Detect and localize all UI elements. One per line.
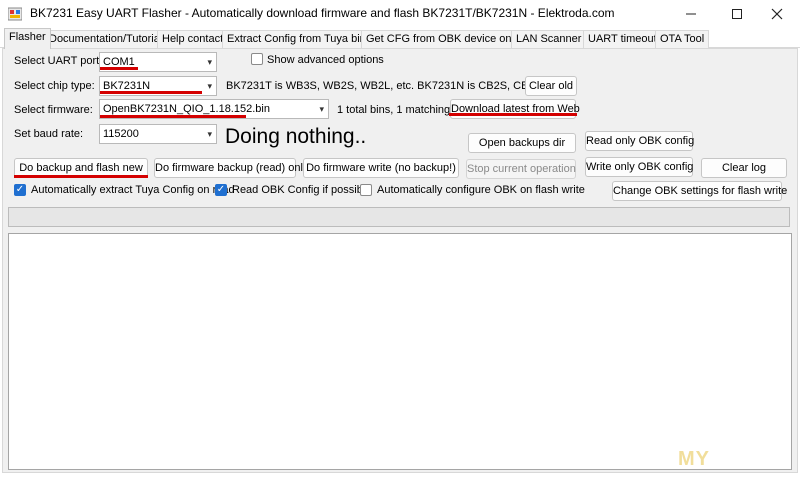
read-obk-checkbox[interactable]: ✓	[215, 184, 227, 196]
clear-log-button[interactable]: Clear log	[701, 158, 787, 178]
watermark-logo: MY	[678, 448, 710, 470]
baud-rate-select[interactable]: 115200 ▾	[99, 124, 217, 144]
tab-lan-scanner[interactable]: LAN Scanner	[511, 30, 587, 48]
auto-configure-checkbox[interactable]	[360, 184, 372, 196]
baud-rate-label: Set baud rate:	[14, 128, 84, 140]
highlight-underline	[100, 91, 202, 94]
stop-operation-button[interactable]: Stop current operation	[466, 159, 576, 179]
log-textbox[interactable]	[8, 233, 792, 470]
minimize-icon[interactable]	[668, 0, 714, 28]
highlight-underline	[100, 67, 138, 70]
clear-old-button[interactable]: Clear old	[525, 76, 577, 96]
highlight-underline	[449, 113, 577, 116]
chip-info-text: BK7231T is WB3S, WB2S, WB2L, etc. BK7231…	[226, 80, 563, 92]
chevron-down-icon: ▾	[207, 129, 212, 139]
read-obk-label: Read OBK Config if possible	[232, 184, 372, 196]
firmware-write-button[interactable]: Do firmware write (no backup!)	[303, 158, 459, 178]
firmware-label: Select firmware:	[14, 104, 93, 116]
highlight-underline	[100, 115, 246, 118]
chevron-down-icon: ▾	[319, 104, 324, 114]
show-advanced-label: Show advanced options	[267, 54, 384, 66]
uart-port-label: Select UART port:	[14, 55, 103, 67]
status-text: Doing nothing..	[225, 125, 367, 148]
tab-documentation[interactable]: Documentation/Tutorials	[44, 30, 173, 48]
change-obk-settings-button[interactable]: Change OBK settings for flash write	[612, 181, 787, 201]
close-icon[interactable]	[754, 0, 800, 28]
chevron-down-icon: ▾	[207, 81, 212, 91]
tab-help-contact[interactable]: Help contact	[157, 30, 229, 48]
firmware-value: OpenBK7231N_QIO_1.18.152.bin	[103, 103, 270, 115]
show-advanced-checkbox[interactable]	[251, 53, 263, 65]
window-title: BK7231 Easy UART Flasher - Automatically…	[30, 6, 615, 20]
firmware-backup-button[interactable]: Do firmware backup (read) only	[154, 158, 308, 178]
chevron-down-icon: ▾	[207, 57, 212, 67]
extract-tuya-checkbox[interactable]: ✓	[14, 184, 26, 196]
write-only-obk-button[interactable]: Write only OBK config	[585, 157, 693, 177]
extract-tuya-label: Automatically extract Tuya Config on rea…	[31, 184, 235, 196]
highlight-underline	[14, 175, 148, 178]
download-latest-button[interactable]: Download latest from Web	[450, 99, 580, 119]
baud-rate-value: 115200	[103, 128, 139, 140]
chip-type-label: Select chip type:	[14, 80, 95, 92]
app-icon	[7, 7, 23, 21]
auto-configure-label: Automatically configure OBK on flash wri…	[377, 184, 585, 196]
open-backups-button[interactable]: Open backups dir	[468, 133, 576, 153]
tab-ota-tool[interactable]: OTA Tool	[655, 30, 710, 48]
progress-bar	[8, 207, 790, 227]
bins-info-text: 1 total bins, 1 matching.	[337, 104, 454, 116]
read-only-obk-button[interactable]: Read only OBK config	[585, 131, 694, 151]
tab-flasher[interactable]: Flasher	[4, 28, 51, 49]
